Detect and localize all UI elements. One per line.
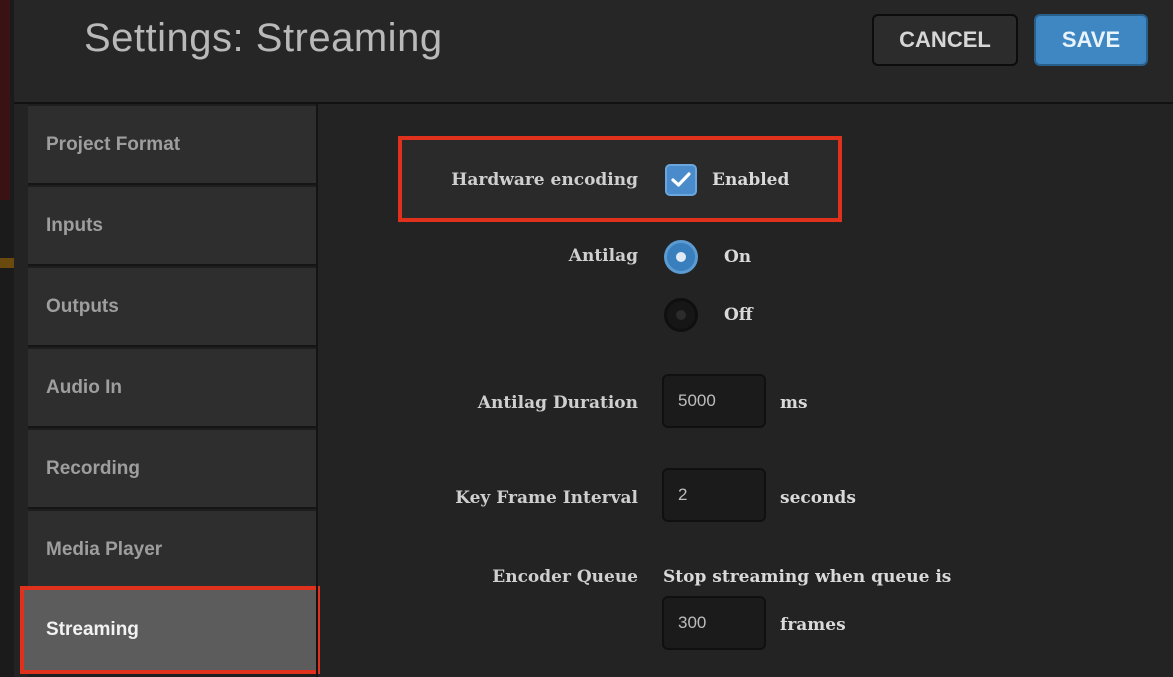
sidebar-item-streaming[interactable]: Streaming	[20, 586, 320, 674]
antilag-off-radio[interactable]	[664, 298, 698, 332]
checkmark-icon	[671, 172, 691, 187]
streaming-settings-panel: Hardware encoding Enabled Antilag On Off…	[318, 104, 1173, 677]
antilag-on-radio[interactable]	[664, 240, 698, 274]
key-frame-interval-unit: seconds	[780, 488, 856, 508]
sidebar-item-outputs[interactable]: Outputs	[28, 268, 316, 347]
encoder-queue-unit: frames	[780, 615, 846, 635]
radio-dot	[676, 252, 686, 262]
antilag-duration-input[interactable]: 5000	[662, 374, 766, 428]
edge-accent	[0, 0, 10, 200]
key-frame-interval-label: Key Frame Interval	[455, 488, 638, 508]
sidebar-item-audio-in[interactable]: Audio In	[28, 349, 316, 428]
hardware-encoding-checkbox[interactable]	[665, 164, 697, 196]
sidebar-item-recording[interactable]: Recording	[28, 430, 316, 509]
encoder-queue-label: Encoder Queue	[492, 567, 638, 587]
key-frame-interval-input[interactable]: 2	[662, 468, 766, 522]
page-title: Settings: Streaming	[84, 16, 443, 60]
antilag-off-label: Off	[724, 305, 753, 325]
encoder-queue-description: Stop streaming when queue is	[663, 567, 952, 587]
encoder-queue-input[interactable]: 300	[662, 596, 766, 650]
sidebar-item-media-player[interactable]: Media Player	[28, 511, 316, 590]
sidebar-item-project-format[interactable]: Project Format	[28, 106, 316, 185]
window-edge	[0, 0, 14, 677]
antilag-label: Antilag	[568, 246, 638, 266]
antilag-on-label: On	[724, 247, 752, 267]
settings-sidebar: Project Format Inputs Outputs Audio In R…	[20, 104, 320, 677]
antilag-duration-unit: ms	[780, 393, 808, 413]
save-button[interactable]: SAVE	[1034, 14, 1148, 66]
sidebar-item-inputs[interactable]: Inputs	[28, 187, 316, 266]
antilag-duration-label: Antilag Duration	[477, 393, 638, 413]
radio-dot	[676, 310, 686, 320]
cancel-button[interactable]: CANCEL	[872, 14, 1018, 66]
edge-marker	[0, 258, 14, 268]
settings-header: Settings: Streaming CANCEL SAVE	[14, 0, 1173, 104]
hardware-encoding-option-label: Enabled	[712, 170, 790, 190]
hardware-encoding-label: Hardware encoding	[451, 170, 638, 190]
